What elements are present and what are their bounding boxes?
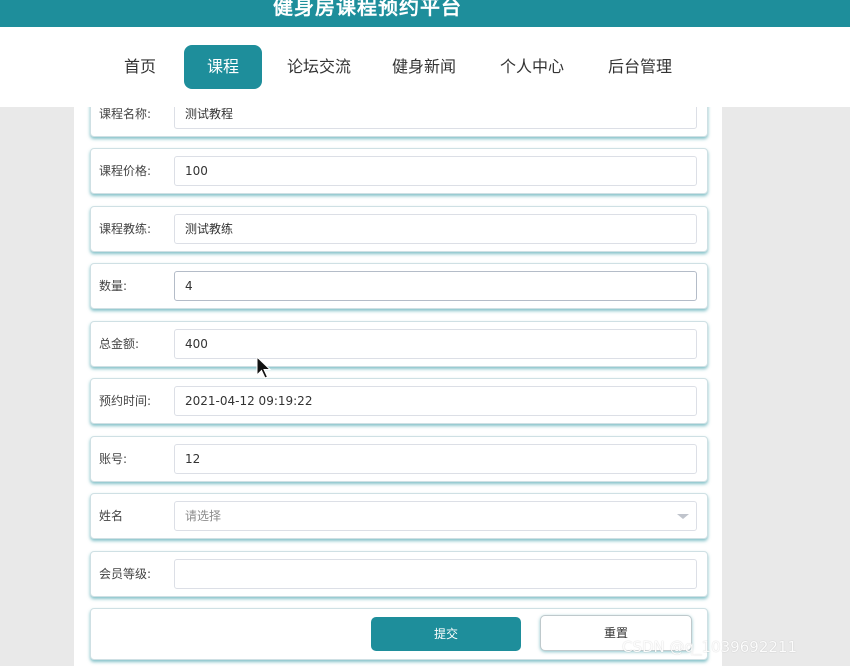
name-select-placeholder: 请选择	[185, 509, 222, 523]
booking-form: 课程名称: 测试教程 课程价格: 100 课程教练: 测试教练 数量: 4 总金…	[74, 91, 722, 666]
form-row-total: 总金额: 400	[90, 321, 708, 367]
member-level-input[interactable]	[174, 559, 697, 589]
nav-item-forum[interactable]: 论坛交流	[278, 45, 360, 89]
coach-input[interactable]: 测试教练	[174, 214, 697, 244]
quantity-label: 数量:	[99, 279, 128, 293]
form-row-booking-time: 预约时间: 2021-04-12 09:19:22	[90, 378, 708, 424]
nav-item-profile[interactable]: 个人中心	[491, 45, 573, 89]
total-input[interactable]: 400	[174, 329, 697, 359]
name-select[interactable]: 请选择	[174, 501, 697, 531]
nav-item-news[interactable]: 健身新闻	[383, 45, 465, 89]
quantity-input[interactable]: 4	[174, 271, 697, 301]
account-label: 账号:	[99, 452, 128, 466]
nav-item-admin[interactable]: 后台管理	[599, 45, 681, 89]
booking-time-label: 预约时间:	[99, 394, 152, 408]
account-input[interactable]: 12	[174, 444, 697, 474]
booking-time-input[interactable]: 2021-04-12 09:19:22	[174, 386, 697, 416]
course-price-label: 课程价格:	[99, 164, 152, 178]
site-title: 健身房课程预约平台	[273, 0, 462, 19]
nav-item-home[interactable]: 首页	[110, 45, 170, 89]
total-label: 总金额:	[99, 337, 140, 351]
form-row-account: 账号: 12	[90, 436, 708, 482]
nav-item-courses[interactable]: 课程	[184, 45, 262, 89]
main-nav: 首页 课程 论坛交流 健身新闻 个人中心 后台管理	[0, 27, 850, 107]
form-row-course-price: 课程价格: 100	[90, 148, 708, 194]
form-actions-row: 提交 重置	[90, 608, 708, 660]
form-row-name: 姓名 请选择	[90, 493, 708, 539]
coach-label: 课程教练:	[99, 222, 152, 236]
form-row-quantity: 数量: 4	[90, 263, 708, 309]
top-banner: 健身房课程预约平台	[0, 0, 850, 27]
course-price-input[interactable]: 100	[174, 156, 697, 186]
form-row-member-level: 会员等级:	[90, 551, 708, 597]
watermark: CSDN @q_1039692211	[622, 638, 797, 656]
form-row-coach: 课程教练: 测试教练	[90, 206, 708, 252]
mouse-cursor-icon	[256, 356, 272, 379]
chevron-down-icon	[677, 514, 689, 519]
member-level-label: 会员等级:	[99, 567, 152, 581]
name-label: 姓名	[99, 509, 124, 523]
submit-button[interactable]: 提交	[371, 617, 521, 651]
